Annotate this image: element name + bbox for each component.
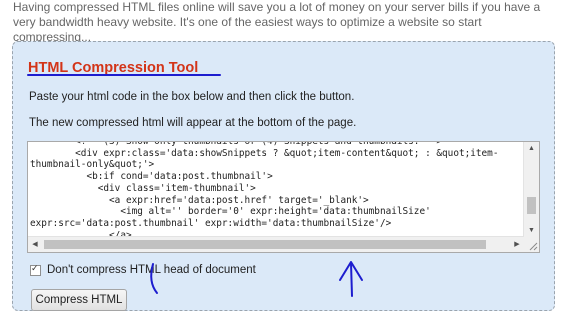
title-underline-annotation (27, 74, 221, 76)
intro-paragraph: Having compressed HTML files online will… (13, 0, 541, 44)
result-instruction: The new compressed html will appear at t… (29, 117, 357, 129)
resize-handle-icon[interactable] (524, 237, 539, 252)
horizontal-scroll-thumb[interactable] (44, 240, 486, 249)
vertical-scrollbar[interactable]: ▲ ▼ (523, 142, 539, 238)
handwritten-annotation (150, 261, 363, 297)
horizontal-scrollbar[interactable]: ◀ ▶ (28, 236, 524, 252)
html-code-input[interactable]: <!-- (3) Show only thumbnails or (4) Sni… (27, 141, 540, 253)
vertical-scroll-thumb[interactable] (527, 197, 536, 214)
html-code-text[interactable]: <!-- (3) Show only thumbnails or (4) Sni… (30, 142, 522, 241)
scroll-up-icon[interactable]: ▲ (524, 142, 539, 156)
scroll-down-icon[interactable]: ▼ (524, 224, 539, 238)
compress-html-button[interactable]: Compress HTML (31, 289, 127, 311)
scroll-right-icon[interactable]: ▶ (510, 237, 524, 252)
paste-instruction: Paste your html code in the box below an… (29, 91, 355, 103)
dont-compress-head-checkbox[interactable] (30, 263, 41, 276)
scroll-left-icon[interactable]: ◀ (28, 237, 42, 252)
